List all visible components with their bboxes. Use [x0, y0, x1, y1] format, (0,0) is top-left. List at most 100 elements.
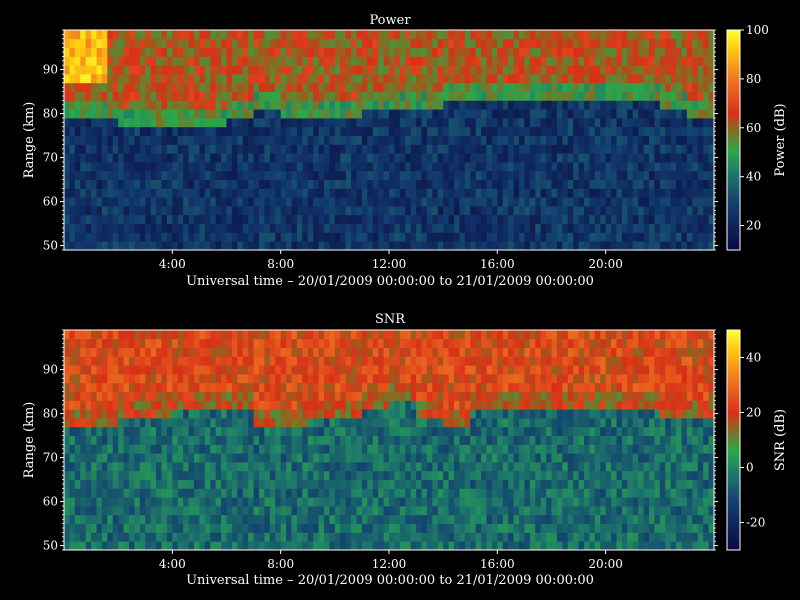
heatmap-cell: [443, 453, 449, 463]
heatmap-cell: [210, 232, 217, 242]
heatmap-cell: [356, 206, 363, 216]
heatmap-cell: [562, 153, 569, 163]
heatmap-cell: [145, 374, 152, 384]
heatmap-cell: [264, 488, 271, 498]
heatmap-cell: [313, 144, 319, 154]
heatmap-cell: [210, 91, 217, 101]
heatmap-cell: [248, 56, 254, 66]
heatmap-cell: [313, 162, 319, 172]
heatmap-cell: [253, 30, 260, 40]
heatmap-cell: [259, 347, 265, 357]
heatmap-cell: [426, 418, 433, 428]
heatmap-cell: [334, 400, 341, 410]
heatmap-cell: [367, 435, 374, 445]
heatmap-cell: [551, 214, 558, 224]
heatmap-cell: [329, 153, 336, 163]
heatmap-cell: [659, 197, 666, 207]
heatmap-cell: [74, 153, 81, 163]
heatmap-cell: [540, 100, 547, 110]
heatmap-cell: [80, 56, 87, 66]
heatmap-cell: [286, 241, 292, 251]
heatmap-cell: [275, 453, 282, 463]
heatmap-cell: [448, 382, 455, 392]
heatmap-cell: [64, 435, 70, 445]
heatmap-cell: [421, 197, 428, 207]
heatmap-cell: [508, 162, 514, 172]
heatmap-cell: [383, 541, 390, 551]
heatmap-cell: [318, 426, 325, 436]
heatmap-cell: [643, 118, 650, 128]
heatmap-cell: [372, 241, 379, 251]
heatmap-cell: [161, 391, 168, 401]
heatmap-cell: [491, 162, 498, 172]
heatmap-cell: [259, 338, 265, 348]
heatmap-cell: [188, 453, 195, 463]
heatmap-cell: [145, 38, 152, 48]
heatmap-cell: [237, 109, 244, 119]
heatmap-cell: [535, 206, 542, 216]
heatmap-cell: [340, 214, 347, 224]
heatmap-cell: [329, 223, 336, 233]
heatmap-cell: [107, 338, 114, 348]
heatmap-cell: [378, 197, 384, 207]
heatmap-cell: [513, 241, 520, 251]
heatmap-cell: [166, 435, 173, 445]
heatmap-cell: [551, 65, 558, 75]
heatmap-cell: [399, 497, 406, 507]
heatmap-cell: [318, 356, 325, 366]
heatmap-cell: [226, 38, 233, 48]
heatmap-cell: [594, 65, 601, 75]
heatmap-cell: [145, 197, 152, 207]
heatmap-cell: [183, 82, 189, 92]
heatmap-cell: [107, 109, 114, 119]
heatmap-cell: [340, 74, 347, 84]
heatmap-cell: [459, 479, 466, 489]
heatmap-cell: [475, 162, 482, 172]
heatmap-cell: [296, 118, 303, 128]
heatmap-cell: [161, 206, 168, 216]
heatmap-cell: [259, 232, 265, 242]
heatmap-cell: [686, 118, 693, 128]
heatmap-cell: [535, 144, 542, 154]
heatmap-cell: [237, 30, 244, 40]
heatmap-cell: [378, 426, 384, 436]
heatmap-cell: [242, 100, 249, 110]
heatmap-cell: [226, 365, 233, 375]
heatmap-cell: [578, 56, 585, 66]
heatmap-cell: [351, 506, 357, 516]
heatmap-cell: [686, 206, 693, 216]
heatmap-cell: [107, 409, 114, 419]
heatmap-cell: [91, 206, 97, 216]
heatmap-cell: [296, 56, 303, 66]
heatmap-cell: [486, 109, 493, 119]
heatmap-cell: [416, 109, 422, 119]
heatmap-cell: [627, 65, 634, 75]
heatmap-cell: [237, 144, 244, 154]
heatmap-cell: [161, 38, 168, 48]
heatmap-cell: [535, 170, 542, 180]
heatmap-cell: [221, 506, 227, 516]
heatmap-cell: [459, 488, 466, 498]
heatmap-cell: [611, 232, 617, 242]
heatmap-cell: [351, 426, 357, 436]
heatmap-cell: [112, 444, 119, 454]
heatmap-cell: [253, 38, 260, 48]
heatmap-cell: [399, 506, 406, 516]
heatmap-cell: [177, 135, 184, 145]
heatmap-cell: [231, 470, 238, 480]
heatmap-cell: [529, 100, 536, 110]
heatmap-cell: [334, 347, 341, 357]
heatmap-cell: [334, 162, 341, 172]
heatmap-cell: [269, 374, 276, 384]
heatmap-cell: [486, 56, 493, 66]
heatmap-cell: [383, 391, 390, 401]
heatmap-cell: [345, 532, 352, 542]
heatmap-cell: [74, 453, 81, 463]
heatmap-cell: [242, 232, 249, 242]
heatmap-cell: [161, 409, 168, 419]
heatmap-cell: [627, 170, 634, 180]
heatmap-cell: [616, 56, 623, 66]
heatmap-cell: [134, 188, 141, 198]
heatmap-cell: [529, 82, 536, 92]
heatmap-cell: [372, 356, 379, 366]
